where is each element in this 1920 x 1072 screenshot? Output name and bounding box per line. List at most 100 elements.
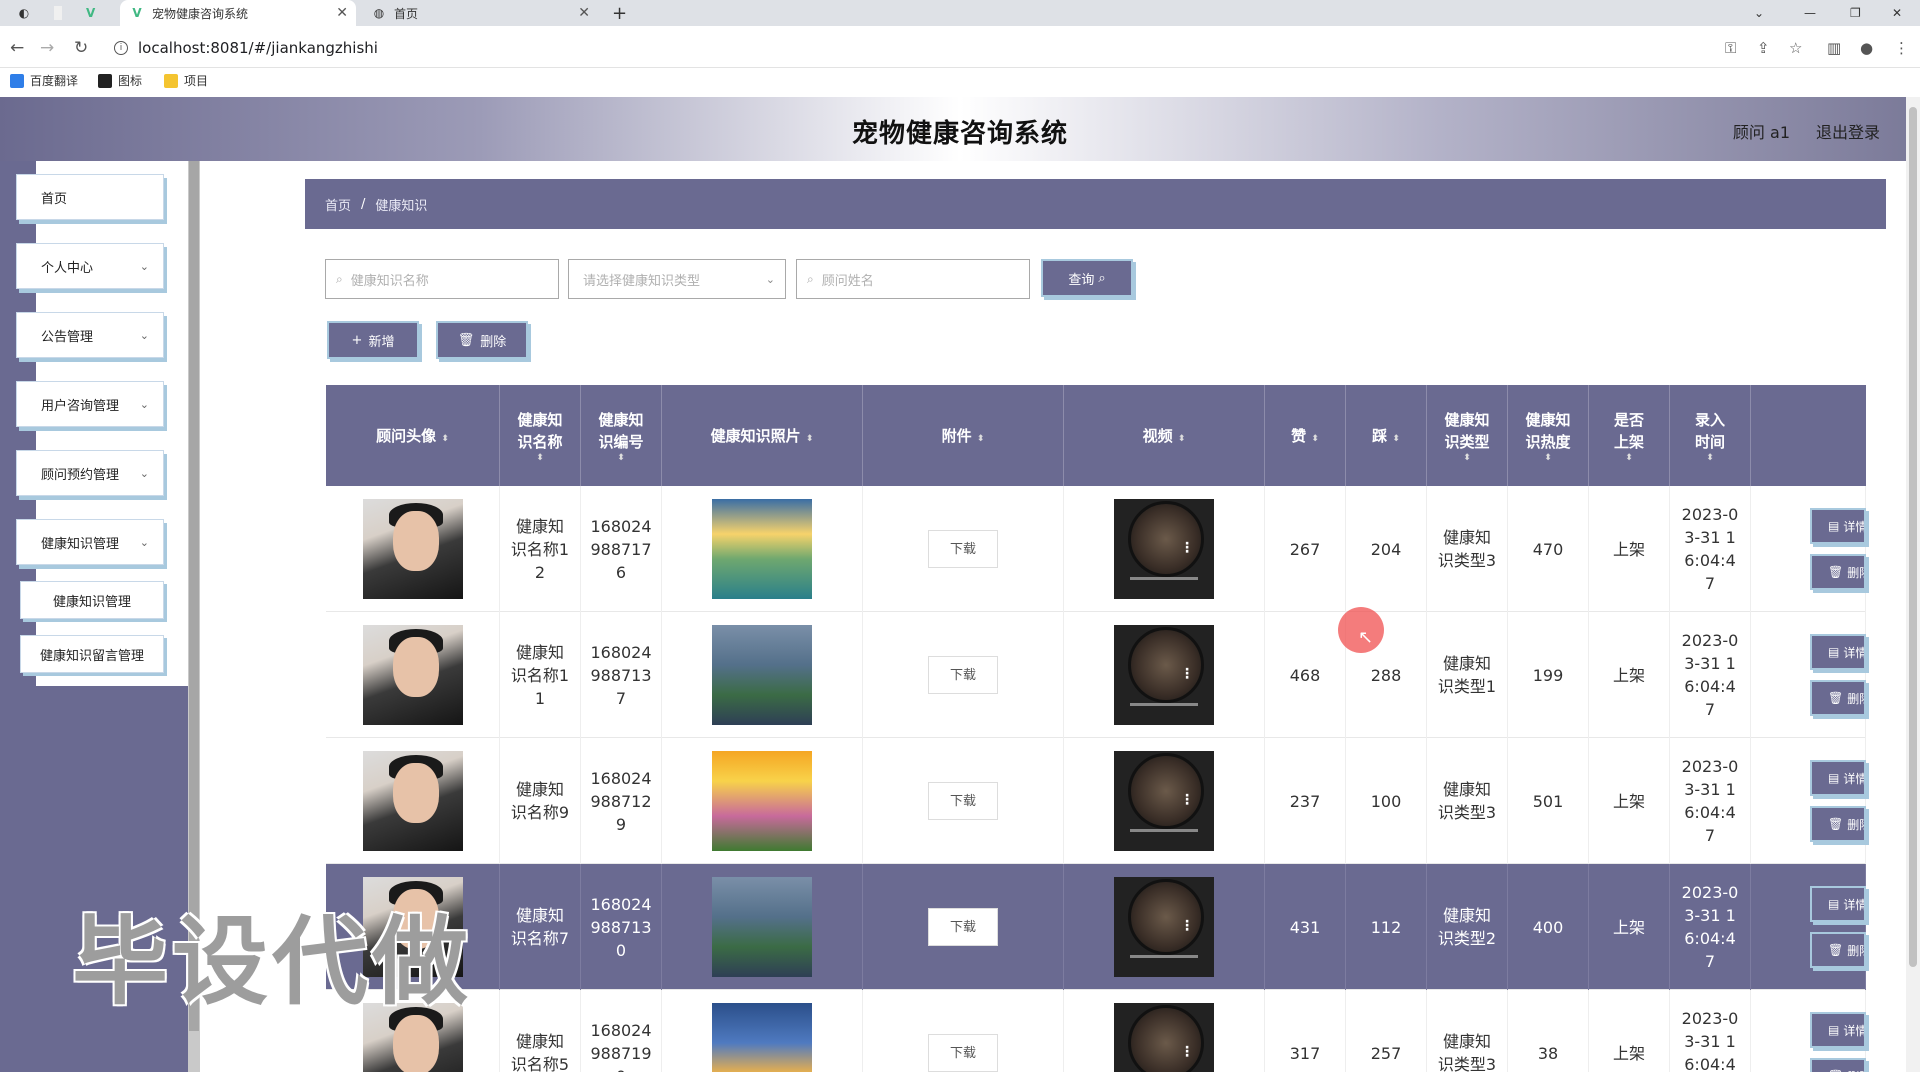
col-time[interactable]: 录入时间 ⬍ xyxy=(1670,385,1751,486)
new-tab-icon[interactable]: + xyxy=(612,0,627,26)
col-avatar[interactable]: 顾问头像 ⬍ xyxy=(326,385,500,486)
forward-arrow-icon[interactable]: → xyxy=(40,38,54,58)
share-icon[interactable]: ⇪ xyxy=(1757,39,1770,57)
type-select[interactable]: 请选择健康知识类型 ⌄ xyxy=(568,259,786,299)
table-row[interactable]: 健康知识名称11 1680249887137 下载 ⋮ 468 288 健康知识类型1 199… xyxy=(326,612,1866,738)
submenu-health-knowledge[interactable]: 健康知识管理 xyxy=(20,581,164,619)
table-row[interactable]: 健康知识名称51680249887190 下载 ⋮ 317257健康知识类型338上架… xyxy=(326,990,1866,1072)
sort-icon[interactable]: ⬍ xyxy=(1625,453,1633,463)
sort-icon[interactable]: ⬍ xyxy=(806,434,814,444)
sort-icon[interactable]: ⬍ xyxy=(1392,434,1400,444)
sort-icon[interactable]: ⬍ xyxy=(1706,453,1714,463)
bookmark-icons[interactable]: 图标 xyxy=(98,72,142,89)
row-delete-button[interactable]: 🗑删除 xyxy=(1810,932,1866,968)
sidebar-item-notice[interactable]: 公告管理 ⌄ xyxy=(16,312,164,358)
star-icon[interactable]: ☆ xyxy=(1789,39,1802,57)
download-button[interactable]: 下载 xyxy=(928,530,998,568)
sidebar-item-advisor-booking[interactable]: 顾问预约管理 ⌄ xyxy=(16,450,164,496)
close-tab-icon[interactable]: ✕ xyxy=(336,5,348,21)
col-attachment[interactable]: 附件 ⬍ xyxy=(863,385,1064,486)
video-player[interactable]: ⋮ xyxy=(1114,877,1214,977)
sort-icon[interactable]: ⬍ xyxy=(536,453,544,463)
download-button[interactable]: 下载 xyxy=(928,656,998,694)
info-icon[interactable]: i xyxy=(114,41,128,55)
scrollbar-thumb[interactable] xyxy=(1909,107,1917,967)
profile-icon[interactable]: ● xyxy=(1860,39,1873,57)
chevron-down-icon[interactable]: ⌄ xyxy=(1754,0,1764,26)
sort-icon[interactable]: ⬍ xyxy=(1178,434,1186,444)
sidebar-item-home[interactable]: 首页 xyxy=(16,174,164,220)
col-name[interactable]: 健康知识名称 ⬍ xyxy=(500,385,581,486)
detail-button[interactable]: ▤ 详情 xyxy=(1810,760,1866,796)
download-button[interactable]: 下载 xyxy=(928,1034,998,1072)
detail-button[interactable]: ▤ 详情 xyxy=(1810,1012,1866,1048)
sidebar-item-health-knowledge[interactable]: 健康知识管理 ⌄ xyxy=(16,519,164,565)
col-status[interactable]: 是否上架 ⬍ xyxy=(1589,385,1670,486)
sort-icon[interactable]: ⬍ xyxy=(1463,453,1471,463)
bookmark-project[interactable]: 项目 xyxy=(164,72,208,89)
sort-icon[interactable]: ⬍ xyxy=(1544,453,1552,463)
video-player[interactable]: ⋮ xyxy=(1114,751,1214,851)
row-delete-button[interactable]: 🗑删除 xyxy=(1810,806,1866,842)
tab-home[interactable]: ◍ 首页 ✕ xyxy=(362,0,598,26)
col-video[interactable]: 视频 ⬍ xyxy=(1064,385,1265,486)
reload-icon[interactable]: ↻ xyxy=(74,38,88,58)
more-icon[interactable]: ⋮ xyxy=(1180,1041,1194,1064)
sidebar-item-personal-center[interactable]: 个人中心 ⌄ xyxy=(16,243,164,289)
close-window-icon[interactable]: ✕ xyxy=(1892,0,1902,26)
sort-icon[interactable]: ⬍ xyxy=(977,434,985,444)
row-delete-button[interactable]: 🗑删除 xyxy=(1810,1058,1866,1072)
more-icon[interactable]: ⋮ xyxy=(1894,39,1909,57)
sidepanel-icon[interactable]: ▥ xyxy=(1827,39,1841,57)
sidebar-item-user-consult[interactable]: 用户咨询管理 ⌄ xyxy=(16,381,164,427)
logout-link[interactable]: 退出登录 xyxy=(1816,119,1880,143)
more-icon[interactable]: ⋮ xyxy=(1180,789,1194,812)
more-icon[interactable]: ⋮ xyxy=(1180,663,1194,686)
sort-icon[interactable]: ⬍ xyxy=(441,434,449,444)
col-type[interactable]: 健康知识类型 ⬍ xyxy=(1427,385,1508,486)
url-field[interactable]: i localhost:8081/#/jiankangzhishi xyxy=(114,36,378,60)
video-player[interactable]: ⋮ xyxy=(1114,625,1214,725)
table-row[interactable]: 健康知识名称7 1680249887130 下载 ⋮ 431 112 健康知识类型2 400 上… xyxy=(326,864,1866,990)
query-button[interactable]: 查询 ⌕ xyxy=(1041,259,1133,297)
bookmark-baidu-translate[interactable]: 百度翻译 xyxy=(10,72,78,89)
header-label: 赞 xyxy=(1291,426,1307,445)
tab-active[interactable]: V 宠物健康咨询系统 ✕ xyxy=(120,0,356,26)
col-likes[interactable]: 赞 ⬍ xyxy=(1265,385,1346,486)
download-button[interactable]: 下载 xyxy=(928,782,998,820)
row-delete-button[interactable]: 🗑删除 xyxy=(1810,554,1866,590)
col-photo[interactable]: 健康知识照片 ⬍ xyxy=(662,385,863,486)
col-heat[interactable]: 健康知识热度 ⬍ xyxy=(1508,385,1589,486)
more-icon[interactable]: ⋮ xyxy=(1180,537,1194,560)
video-player[interactable]: ⋮ xyxy=(1114,499,1214,599)
submenu-health-knowledge-comments[interactable]: 健康知识留言管理 xyxy=(20,635,164,673)
close-tab-icon[interactable]: ✕ xyxy=(578,5,590,21)
name-search-input[interactable]: ⌕ 健康知识名称 xyxy=(325,259,559,299)
table-row[interactable]: 健康知识名称12 1680249887176 下载 ⋮ 267 204 健康知识类型3 470… xyxy=(326,486,1866,612)
vue-tab-icon[interactable]: V xyxy=(76,0,102,26)
col-code[interactable]: 健康知识编号 ⬍ xyxy=(581,385,662,486)
more-icon[interactable]: ⋮ xyxy=(1180,915,1194,938)
detail-button[interactable]: ▤ 详情 xyxy=(1810,886,1866,922)
detail-button[interactable]: ▤ 详情 xyxy=(1810,634,1866,670)
sort-icon[interactable]: ⬍ xyxy=(1311,434,1319,444)
delete-button[interactable]: 🗑 删除 xyxy=(436,321,528,359)
row-delete-button[interactable]: 🗑删除 xyxy=(1810,680,1866,716)
table-row[interactable]: 健康知识名称9 1680249887129 下载 ⋮ 237 100 健康知识类型3 501 上… xyxy=(326,738,1866,864)
restore-icon[interactable]: ❐ xyxy=(1850,0,1861,26)
video-player[interactable]: ⋮ xyxy=(1114,1003,1214,1072)
add-button[interactable]: + 新增 xyxy=(327,321,419,359)
minimize-icon[interactable]: — xyxy=(1804,0,1816,26)
detail-button[interactable]: ▤ 详情 xyxy=(1810,508,1866,544)
browser-menu-icon[interactable]: ◐ xyxy=(8,0,38,26)
key-icon[interactable]: ⚿ xyxy=(1725,39,1736,57)
col-dislikes[interactable]: 踩 ⬍ xyxy=(1346,385,1427,486)
back-arrow-icon[interactable]: ← xyxy=(10,38,24,58)
advisor-search-input[interactable]: ⌕ 顾问姓名 xyxy=(796,259,1030,299)
download-button[interactable]: 下载 xyxy=(928,908,998,946)
pinned-tab[interactable] xyxy=(44,0,70,26)
sort-icon[interactable]: ⬍ xyxy=(617,453,625,463)
breadcrumb-home[interactable]: 首页 xyxy=(325,195,351,214)
page-scrollbar[interactable] xyxy=(1906,97,1920,1072)
cell-photo xyxy=(662,990,863,1072)
